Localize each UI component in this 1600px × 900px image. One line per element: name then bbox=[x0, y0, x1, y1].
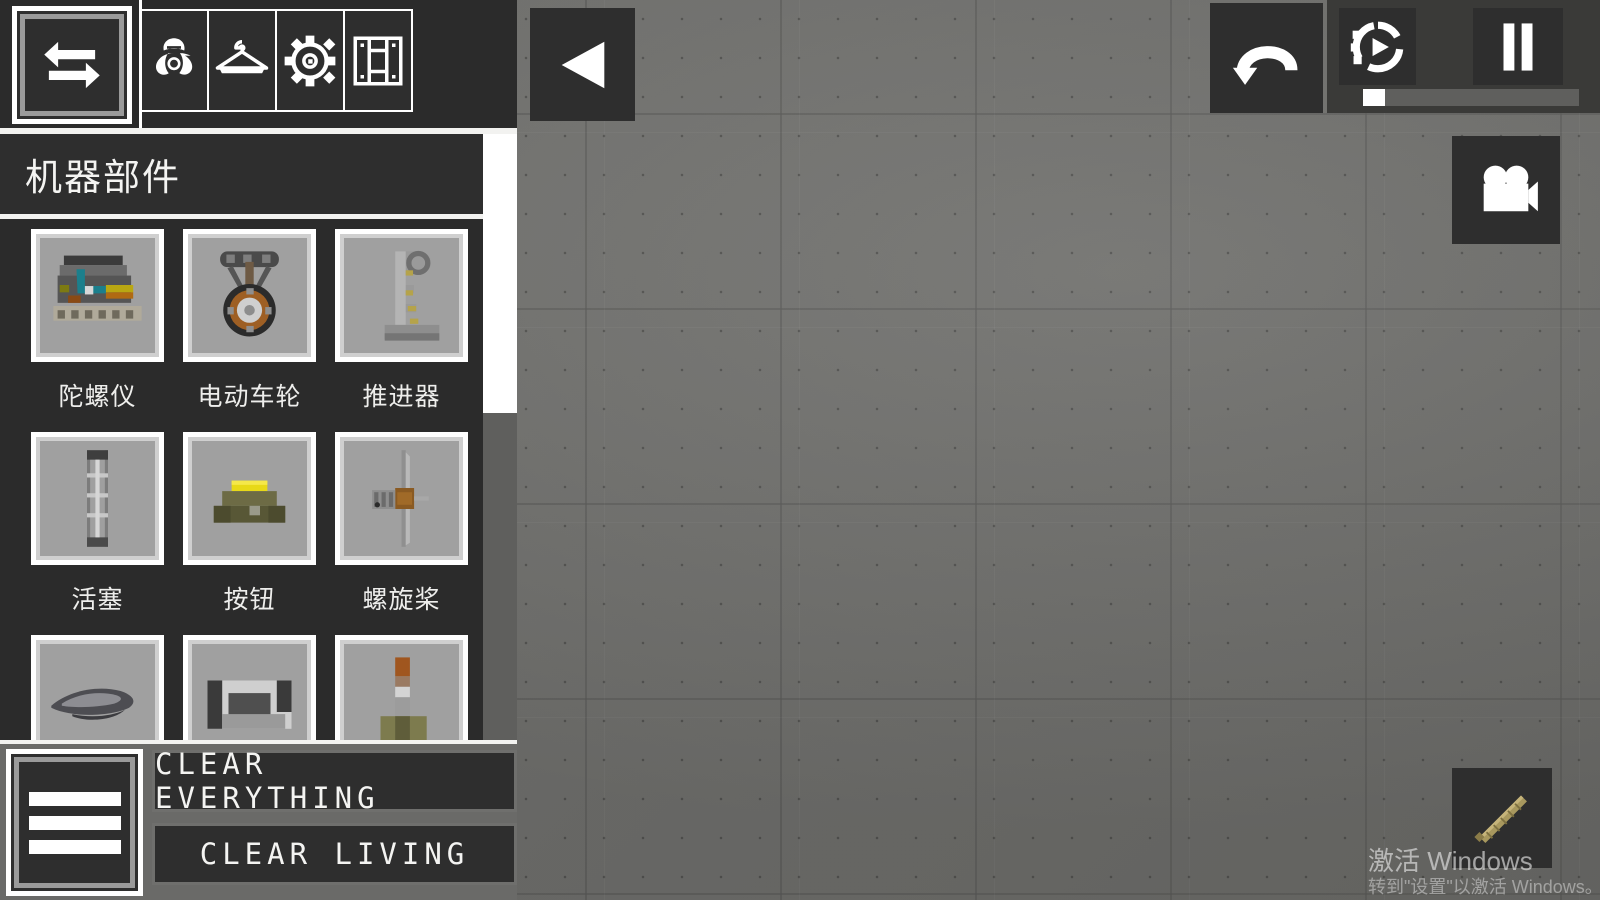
clear-living-button[interactable]: CLEAR LIVING bbox=[152, 823, 517, 885]
tab-strip-rail bbox=[139, 0, 142, 128]
item-label: 按钮 bbox=[223, 586, 276, 614]
bottom-bar-divider bbox=[0, 740, 517, 744]
item-thumbnail-gyroscope[interactable] bbox=[31, 229, 164, 362]
item-thumbnail-rod-stand[interactable] bbox=[335, 635, 468, 740]
camera-button[interactable] bbox=[1452, 136, 1560, 244]
item-list-scrollbar-track[interactable] bbox=[483, 134, 517, 740]
tab-structures[interactable] bbox=[343, 9, 413, 112]
hamburger-menu-icon bbox=[28, 791, 121, 854]
item-label: 螺旋桨 bbox=[362, 586, 441, 614]
pause-icon bbox=[1489, 18, 1547, 76]
item-list-scrollbar-thumb[interactable] bbox=[483, 134, 517, 413]
swap-arrows-icon bbox=[35, 28, 109, 102]
button-block-art bbox=[197, 446, 302, 551]
item-label: 推进器 bbox=[362, 383, 441, 411]
panel-bottom-bar: CLEAR EVERYTHING CLEAR LIVING bbox=[0, 740, 517, 900]
speed-slider-thumb[interactable] bbox=[1363, 89, 1385, 106]
video-camera-icon bbox=[1472, 156, 1540, 224]
piston-art bbox=[45, 446, 150, 551]
tab-machine-parts[interactable] bbox=[275, 9, 345, 112]
item-thumbnail-piston[interactable] bbox=[31, 432, 164, 565]
category-tab-strip bbox=[0, 0, 517, 128]
list-item: 按钮 bbox=[174, 428, 325, 631]
list-item bbox=[22, 631, 173, 740]
category-title: 机器部件 bbox=[25, 157, 181, 198]
rod-stand-art bbox=[349, 649, 454, 740]
list-item: 推进器 bbox=[326, 225, 477, 428]
roller-art bbox=[197, 649, 302, 740]
selected-item-slot[interactable] bbox=[1452, 768, 1552, 868]
clear-everything-label: CLEAR EVERYTHING bbox=[155, 747, 380, 815]
speed-slider[interactable] bbox=[1363, 89, 1579, 106]
item-thumbnail-thruster[interactable] bbox=[335, 229, 468, 362]
tab-biohazard[interactable] bbox=[139, 9, 209, 112]
biohazard-icon bbox=[146, 33, 202, 89]
clear-everything-button[interactable]: CLEAR EVERYTHING bbox=[152, 747, 517, 815]
thruster-art bbox=[349, 243, 454, 348]
item-label: 活塞 bbox=[71, 586, 124, 614]
item-label: 陀螺仪 bbox=[58, 383, 137, 411]
blade-art bbox=[45, 649, 150, 740]
pause-button[interactable] bbox=[1473, 8, 1563, 85]
list-item: 电动车轮 bbox=[174, 225, 325, 428]
list-item: 陀螺仪 bbox=[22, 225, 173, 428]
item-thumbnail-roller[interactable] bbox=[183, 635, 316, 740]
list-item: 螺旋桨 bbox=[326, 428, 477, 631]
tab-transform[interactable] bbox=[12, 6, 132, 124]
item-thumbnail-button[interactable] bbox=[183, 432, 316, 565]
furniture-panel-icon bbox=[350, 33, 406, 89]
tab-clothing[interactable] bbox=[207, 9, 277, 112]
item-grid-region[interactable]: 陀螺仪 电动车轮 推进器 活塞 按钮 螺旋桨 bbox=[0, 219, 483, 740]
undo-button[interactable] bbox=[1210, 3, 1323, 113]
list-item: 活塞 bbox=[22, 428, 173, 631]
motor-wheel-art bbox=[197, 243, 302, 348]
propeller-art bbox=[349, 446, 454, 551]
speed-button[interactable] bbox=[1339, 8, 1416, 85]
list-item bbox=[174, 631, 325, 740]
collapse-panel-button[interactable] bbox=[530, 8, 635, 121]
item-thumbnail-motor-wheel[interactable] bbox=[183, 229, 316, 362]
clear-living-label: CLEAR LIVING bbox=[199, 837, 470, 871]
play-speed-icon bbox=[1349, 18, 1407, 76]
item-thumbnail-propeller[interactable] bbox=[335, 432, 468, 565]
item-thumbnail-blade[interactable] bbox=[31, 635, 164, 740]
category-header: 机器部件 bbox=[0, 134, 483, 214]
menu-button[interactable] bbox=[6, 749, 143, 896]
gear-cog-icon bbox=[282, 33, 338, 89]
item-label: 电动车轮 bbox=[197, 383, 302, 411]
clothes-hanger-icon bbox=[214, 33, 270, 89]
left-inventory-panel: 机器部件 陀螺仪 电动车轮 推进器 活塞 按钮 螺旋桨 CLEAR EVERYT… bbox=[0, 0, 517, 900]
wooden-rod-item-icon bbox=[1464, 780, 1540, 856]
tab-strip-spacer bbox=[0, 0, 139, 1]
triangle-left-icon bbox=[552, 34, 614, 96]
item-grid: 陀螺仪 电动车轮 推进器 活塞 按钮 螺旋桨 bbox=[0, 219, 483, 740]
gyroscope-art bbox=[45, 243, 150, 348]
list-item bbox=[326, 631, 477, 740]
undo-arrow-icon bbox=[1228, 19, 1306, 97]
simulation-controls bbox=[1327, 0, 1600, 113]
